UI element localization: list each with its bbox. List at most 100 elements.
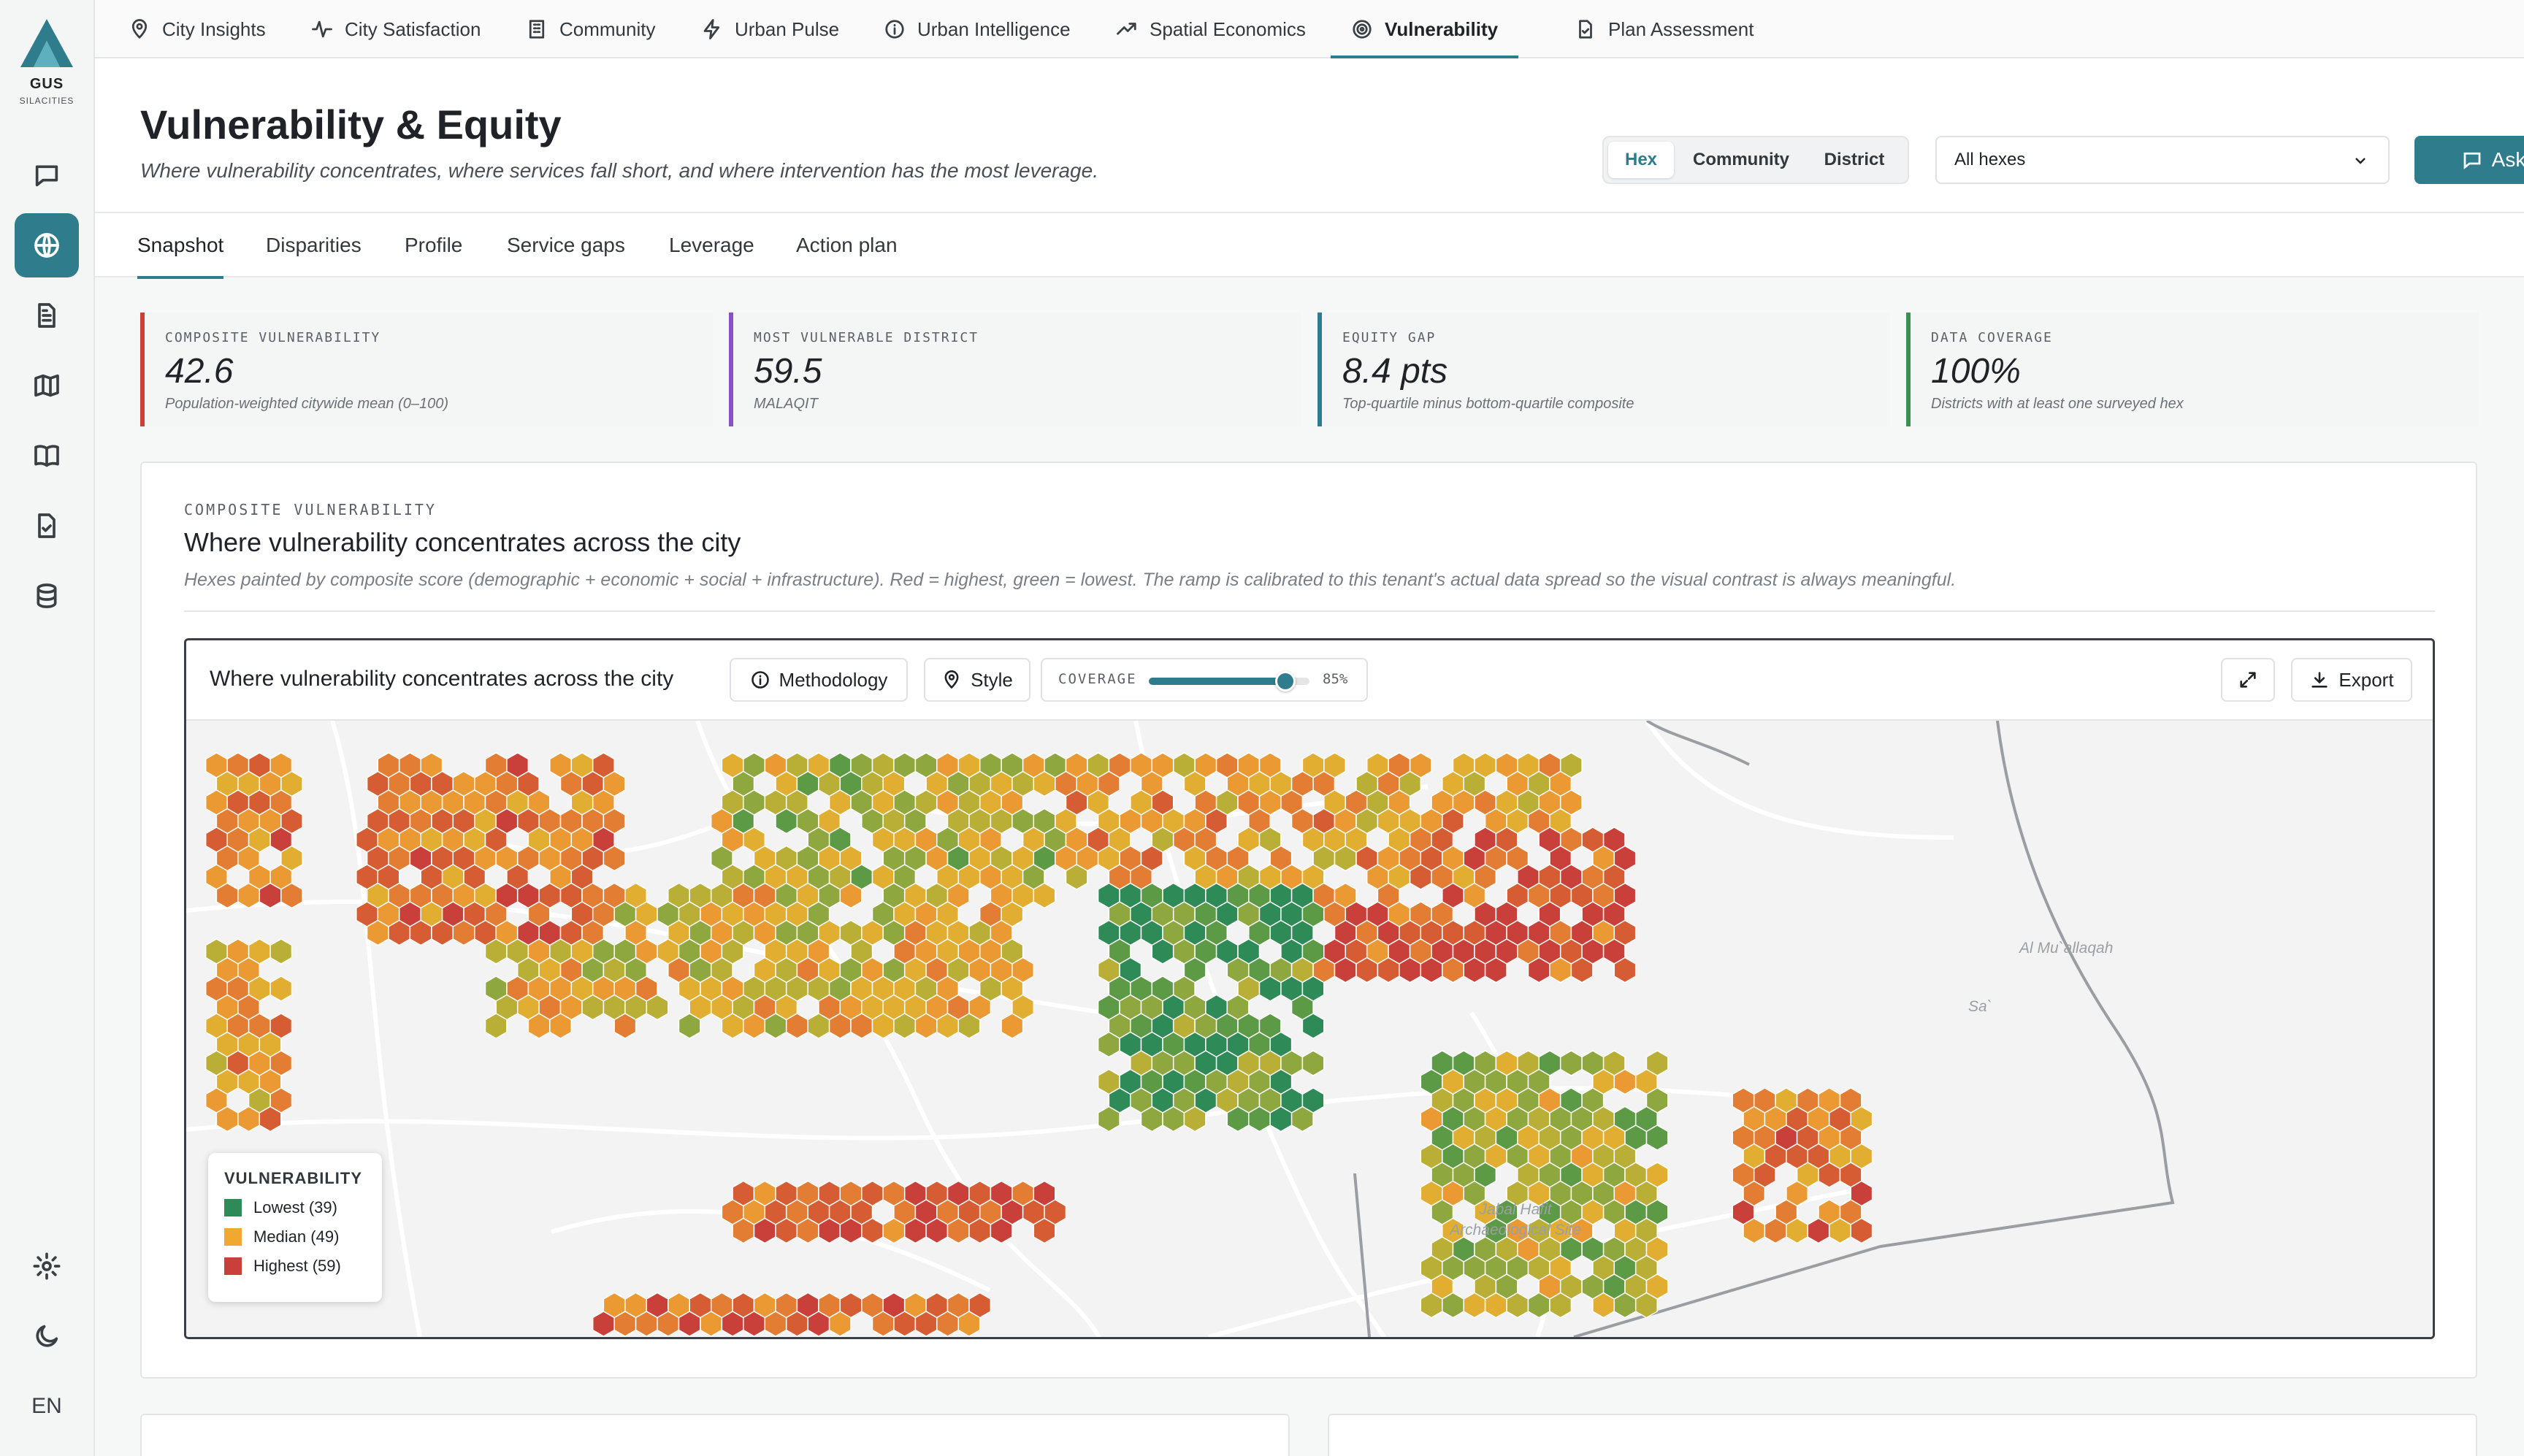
database-icon: [37, 583, 57, 608]
nav-urban-pulse[interactable]: Urban Pulse: [701, 0, 839, 58]
nav-city-satisfaction[interactable]: City Satisfaction: [311, 0, 481, 58]
building-icon: [529, 20, 545, 39]
map-legend: VULNERABILITY Lowest (39) Median (49) Hi…: [208, 1153, 382, 1302]
moon-icon: [36, 1325, 58, 1347]
language-toggle[interactable]: EN: [15, 1374, 79, 1438]
view-option-district[interactable]: District: [1807, 142, 1902, 178]
export-label: Export: [2338, 668, 2394, 691]
nav-plan-assessment[interactable]: Plan Assessment: [1575, 0, 1754, 58]
legend-label: Highest (59): [253, 1257, 341, 1275]
panel-description: Hexes painted by composite score (demogr…: [184, 570, 1957, 590]
sidebar-globe-button[interactable]: [15, 213, 79, 277]
target-icon: [1353, 20, 1372, 39]
sub-tabs: Snapshot Disparities Profile Service gap…: [95, 213, 2524, 279]
view-level-toggle: Hex Community District: [1602, 136, 1909, 184]
hex-filter-select[interactable]: All hexes: [1935, 136, 2390, 184]
chat-icon: [35, 165, 58, 187]
sidebar-theme-button[interactable]: [15, 1304, 79, 1368]
page-header: Vulnerability & Equity Where vulnerabili…: [95, 58, 2524, 213]
legend-item-lowest: Lowest (39): [224, 1198, 382, 1217]
brand-sub: SILACITIES: [19, 96, 74, 106]
tab-leverage[interactable]: Leverage: [669, 213, 754, 277]
nav-label: City Satisfaction: [345, 18, 481, 40]
kpi-subtext: Population-weighted citywide mean (0–100…: [165, 396, 449, 412]
coverage-value: 85%: [1323, 671, 1348, 687]
kpi-data-coverage: DATA COVERAGE 100% Districts with at lea…: [1906, 313, 2479, 426]
trending-up-icon: [1117, 23, 1136, 35]
tab-snapshot[interactable]: Snapshot: [137, 213, 224, 279]
tab-profile[interactable]: Profile: [405, 213, 462, 277]
bottom-card-right: [1328, 1414, 2477, 1456]
sidebar-document-button[interactable]: [15, 283, 79, 348]
tab-disparities[interactable]: Disparities: [266, 213, 362, 277]
fullscreen-button[interactable]: [2221, 658, 2275, 702]
kpi-subtext: Top-quartile minus bottom-quartile compo…: [1342, 396, 1634, 412]
kpi-value: 59.5: [754, 352, 822, 391]
panel-kicker: COMPOSITE VULNERABILITY: [184, 501, 437, 518]
sidebar-database-button[interactable]: [15, 564, 79, 628]
file-check-icon: [38, 513, 56, 538]
map-title: Where vulnerability concentrates across …: [210, 667, 674, 691]
export-button[interactable]: Export: [2291, 658, 2412, 702]
file-check-icon: [1579, 20, 1592, 39]
sidebar-chat-button[interactable]: [15, 143, 79, 207]
sidebar-book-button[interactable]: [15, 424, 79, 488]
sidebar-settings-button[interactable]: [15, 1234, 79, 1298]
coverage-slider[interactable]: [1149, 671, 1309, 691]
gear-icon: [33, 1252, 61, 1280]
tab-service-gaps[interactable]: Service gaps: [507, 213, 625, 277]
download-icon: [2311, 672, 2328, 688]
methodology-button[interactable]: Methodology: [730, 658, 908, 702]
bottom-card-left: [140, 1414, 1290, 1456]
nav-vulnerability[interactable]: Vulnerability: [1330, 0, 1519, 58]
nav-urban-intelligence[interactable]: Urban Intelligence: [884, 0, 1071, 58]
vulnerability-hex-map[interactable]: Al Mu`allaqah Sa` Jabal Hafit Archaeolog…: [186, 721, 2433, 1337]
kpi-label: COMPOSITE VULNERABILITY: [165, 330, 381, 345]
chevron-down-icon: [2355, 158, 2366, 164]
kpi-subtext: MALAQIT: [754, 396, 818, 412]
legend-item-highest: Highest (59): [224, 1257, 382, 1276]
panel-title: Where vulnerability concentrates across …: [184, 527, 741, 557]
ask-label: Ask: [2491, 148, 2524, 171]
sidebar-map-button[interactable]: [15, 353, 79, 418]
page-title: Vulnerability & Equity: [140, 101, 562, 147]
methodology-label: Methodology: [779, 668, 888, 691]
legend-label: Median (49): [253, 1227, 340, 1246]
tab-action-plan[interactable]: Action plan: [796, 213, 898, 277]
info-icon: [885, 20, 904, 39]
top-navigation: City Insights City Satisfaction Communit…: [95, 0, 2524, 58]
kpi-value: 100%: [1931, 352, 2021, 391]
map-pin-icon: [131, 19, 148, 39]
coverage-slider-handle[interactable]: [1275, 671, 1296, 691]
globe-icon: [34, 233, 59, 258]
kpi-value: 42.6: [165, 352, 234, 391]
legend-swatch: [224, 1257, 242, 1275]
brand-name: GUS: [29, 76, 64, 92]
sidebar-file-check-button[interactable]: [15, 494, 79, 558]
map-toolbar: Where vulnerability concentrates across …: [186, 640, 2433, 721]
view-option-community[interactable]: Community: [1683, 142, 1800, 178]
nav-spatial-economics[interactable]: Spatial Economics: [1116, 0, 1306, 58]
kpi-label: MOST VULNERABLE DISTRICT: [754, 330, 979, 345]
book-icon: [34, 445, 59, 467]
style-button[interactable]: Style: [924, 658, 1030, 702]
nav-community[interactable]: Community: [526, 0, 655, 58]
style-label: Style: [971, 668, 1013, 691]
ask-button[interactable]: Ask: [2414, 136, 2524, 184]
nav-city-insights[interactable]: City Insights: [129, 0, 266, 58]
nav-label: Urban Intelligence: [917, 18, 1071, 40]
map-card: Where vulnerability concentrates across …: [184, 638, 2435, 1339]
view-option-hex[interactable]: Hex: [1608, 142, 1674, 178]
map-canvas[interactable]: [186, 721, 2433, 1337]
place-label: Al Mu`allaqah: [2019, 940, 2114, 957]
kpi-label: DATA COVERAGE: [1931, 330, 2053, 345]
hex-layer: [204, 752, 1873, 1337]
legend-swatch: [224, 1228, 242, 1246]
kpi-composite-vulnerability: COMPOSITE VULNERABILITY 42.6 Population-…: [140, 313, 713, 426]
app-logo[interactable]: GUS SILACITIES: [0, 18, 93, 127]
sidebar: GUS SILACITIES EN: [0, 0, 95, 1456]
logo-mark-icon: [20, 19, 73, 67]
nav-label: Plan Assessment: [1608, 18, 1754, 40]
hex-filter-value: All hexes: [1954, 150, 2026, 169]
kpi-value: 8.4 pts: [1342, 352, 1448, 391]
